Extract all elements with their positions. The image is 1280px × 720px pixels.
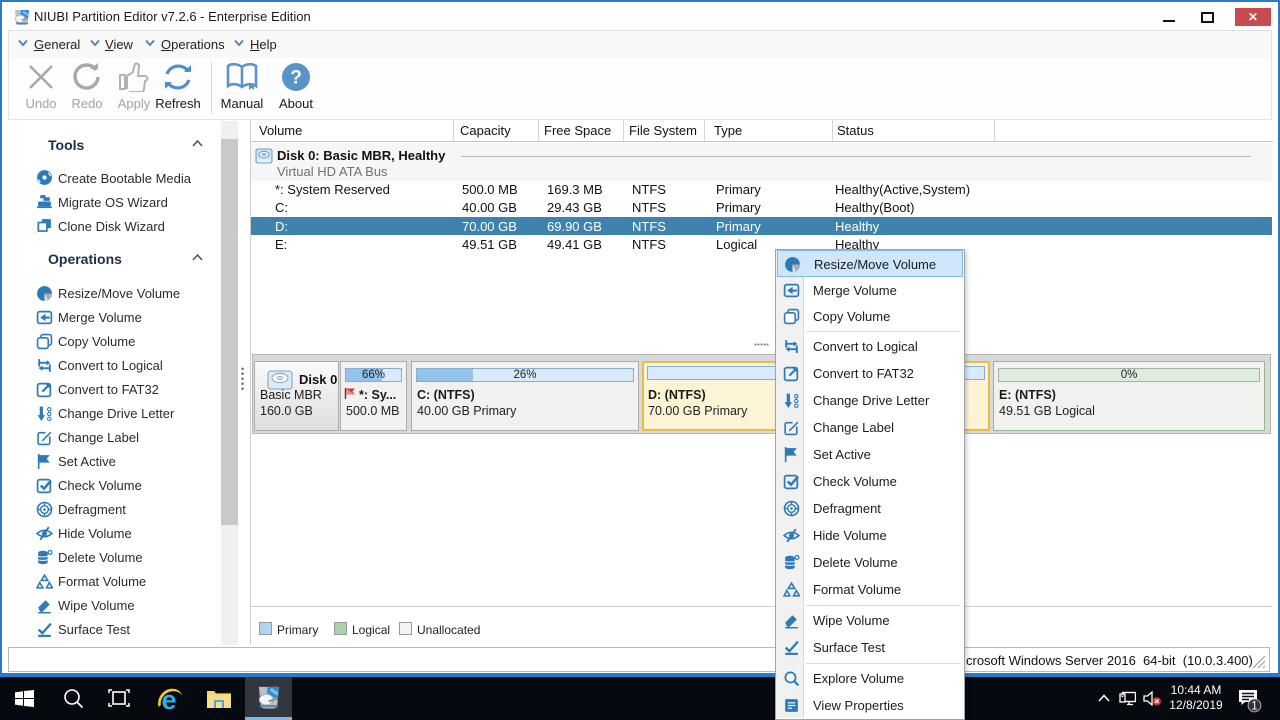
svg-text:1: 1 (1251, 701, 1257, 713)
svg-text:?: ? (290, 68, 302, 89)
